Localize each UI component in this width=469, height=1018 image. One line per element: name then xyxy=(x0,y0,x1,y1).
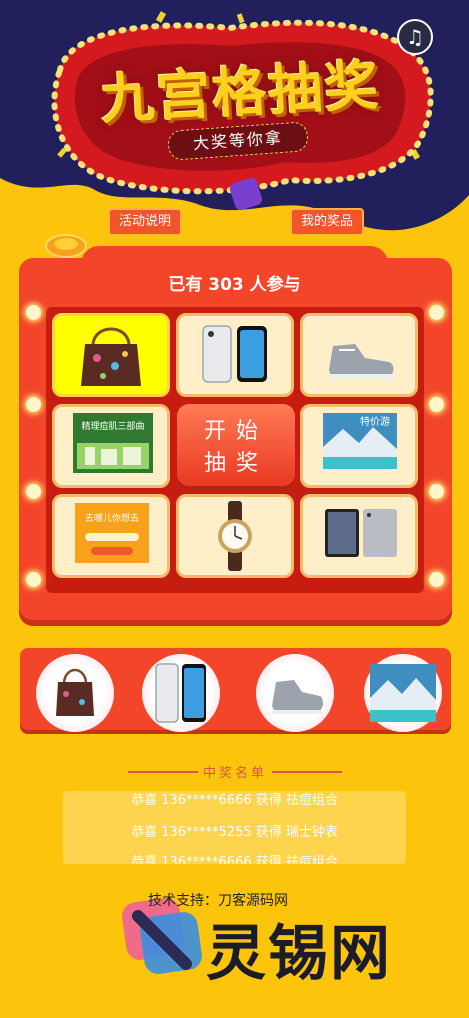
prize-cell-watch[interactable] xyxy=(176,494,294,578)
sneaker-icon xyxy=(272,680,323,714)
winner-row: 恭喜 136*****6666 获得 祛痘组合 xyxy=(131,793,338,808)
handbag-icon xyxy=(81,327,141,386)
skincare-label: 精理痘肌三部曲 xyxy=(81,420,144,432)
prize-cell-ipad[interactable] xyxy=(300,494,418,578)
tablet-icon xyxy=(325,509,397,557)
handbag-icon xyxy=(56,668,94,716)
start-lottery-button[interactable]: 开始 抽奖 xyxy=(177,404,295,491)
watermark-text: 灵锡网 xyxy=(206,919,392,989)
light-dot xyxy=(26,484,41,499)
light-dot xyxy=(429,305,444,320)
carousel-item[interactable] xyxy=(256,654,334,732)
light-dot xyxy=(26,397,41,412)
skincare-box-icon: 精理痘肌三部曲 xyxy=(73,413,153,473)
prize-cell-iphone[interactable] xyxy=(176,313,294,397)
winners-list: 恭喜 136*****6666 获得 祛痘组合 恭喜 136*****5255 … xyxy=(63,791,406,864)
gift-card-label: 去哪儿你想去 xyxy=(85,512,139,524)
hero-banner: 九宫格抽奖 大奖等你拿 ♫ xyxy=(0,0,469,250)
carousel-item[interactable] xyxy=(36,654,114,732)
phone-icon xyxy=(202,325,267,383)
light-dot xyxy=(429,572,444,587)
prize-cell-skincare[interactable]: 精理痘肌三部曲 xyxy=(52,404,170,488)
gift-card-icon: 去哪儿你想去 xyxy=(75,503,149,563)
travel-label: 特价游 xyxy=(360,415,390,428)
prize-cell-sneaker[interactable] xyxy=(300,313,418,397)
light-dot xyxy=(26,305,41,320)
prize-cell-handbag[interactable] xyxy=(52,313,170,397)
music-note-icon[interactable]: ♫ xyxy=(397,19,433,55)
watch-icon xyxy=(218,501,252,571)
phone-icon xyxy=(155,663,206,723)
rules-button[interactable]: 活动说明 xyxy=(108,208,182,236)
travel-card-icon xyxy=(370,664,436,722)
sneaker-icon xyxy=(329,344,394,380)
carousel-item[interactable] xyxy=(142,654,220,732)
prize-cell-gift-card[interactable]: 去哪儿你想去 xyxy=(52,494,170,578)
winner-row: 恭喜 136*****5255 获得 瑞士钟表 xyxy=(131,825,338,840)
light-dot xyxy=(429,397,444,412)
winners-title: 中奖名单 xyxy=(202,766,267,781)
light-dot xyxy=(429,484,444,499)
participants-count: 已有 303 人参与 xyxy=(168,275,301,295)
coin-icon xyxy=(45,234,87,258)
prize-cell-travel[interactable]: 特价游 xyxy=(300,404,418,488)
light-dot xyxy=(26,572,41,587)
my-prizes-button[interactable]: 我的奖品 xyxy=(290,208,364,236)
winner-row: 恭喜 136*****6666 获得 祛痘组合 xyxy=(131,855,338,864)
carousel-item[interactable] xyxy=(364,654,442,732)
travel-card-icon: 特价游 xyxy=(323,413,397,469)
